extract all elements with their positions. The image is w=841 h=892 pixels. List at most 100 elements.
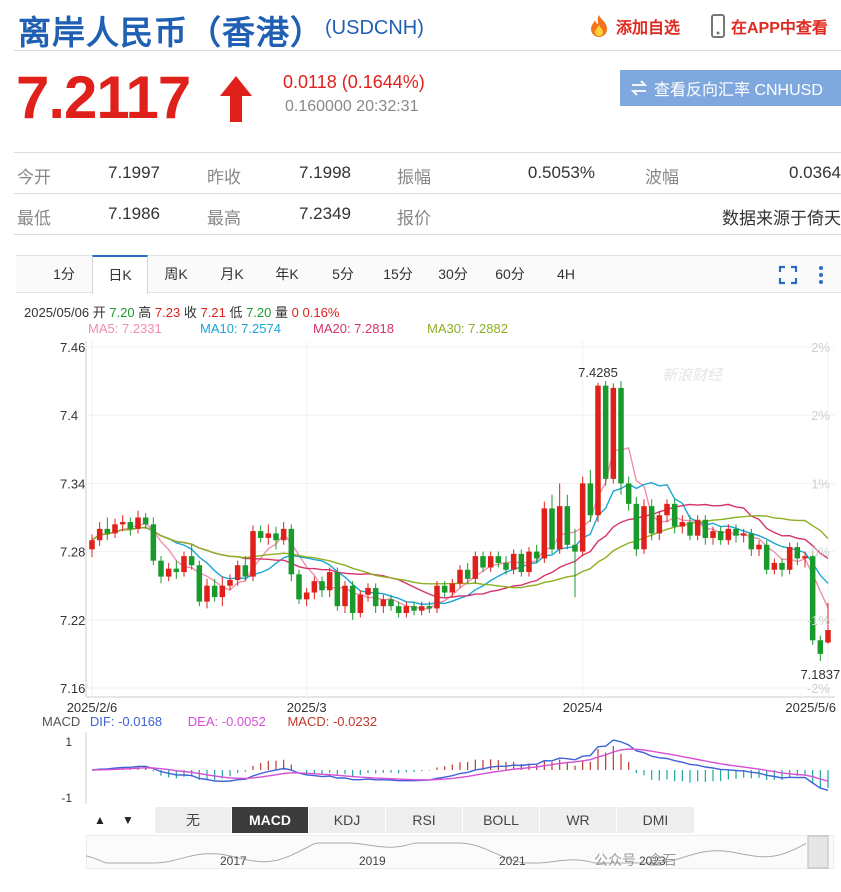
candle-body <box>618 387 624 484</box>
y-tick-label: 7.4 <box>60 408 78 423</box>
stat-value-low: 7.1986 <box>108 204 160 223</box>
candle-body <box>710 531 716 538</box>
close-value: 7.21 <box>200 305 226 320</box>
tab-60min[interactable]: 60分 <box>489 256 531 293</box>
add-favorite-button[interactable]: 添加自选 <box>588 13 680 39</box>
indicator-wr[interactable]: WR <box>540 807 617 833</box>
candle-body <box>572 544 578 552</box>
indicator-dmi[interactable]: DMI <box>617 807 695 833</box>
tab-30min[interactable]: 30分 <box>433 256 473 293</box>
indicator-none[interactable]: 无 <box>155 807 232 833</box>
candle-body <box>740 533 747 536</box>
view-in-app-button[interactable]: 在APP中查看 <box>711 13 828 39</box>
close-label: 收 <box>183 305 197 320</box>
indicator-macd[interactable]: MACD <box>232 807 309 833</box>
candle-body <box>288 528 295 575</box>
candle-body <box>610 387 617 479</box>
candle-body <box>687 522 693 536</box>
candle-body <box>181 556 187 573</box>
x-tick-label: 2025/5/6 <box>785 700 836 715</box>
phone-icon <box>711 14 725 38</box>
tab-15min[interactable]: 15分 <box>378 256 418 293</box>
x-tick-label: 2025/2/6 <box>67 700 118 715</box>
range-navigator[interactable]: 2017 2019 2021 2023 <box>86 835 834 869</box>
indicator-boll[interactable]: BOLL <box>463 807 540 833</box>
candle-body <box>725 528 732 541</box>
divider <box>14 152 841 153</box>
candle-body <box>211 585 218 598</box>
navigator-handle[interactable] <box>807 835 829 869</box>
candle-body <box>426 606 433 609</box>
candle-body <box>135 517 141 529</box>
candle-body <box>487 556 494 568</box>
candle-body <box>89 540 95 550</box>
candle-body <box>127 522 134 529</box>
candle-body <box>96 528 103 541</box>
ma10-legend: MA10: 7.2574 <box>200 321 281 336</box>
y-tick-right-label: -1% <box>807 613 831 628</box>
dif-value: DIF: -0.0168 <box>89 714 163 729</box>
indicator-rsi[interactable]: RSI <box>386 807 463 833</box>
y-tick-right-label: 2% <box>811 340 830 355</box>
candle-body <box>641 506 647 550</box>
candle-body <box>694 519 701 536</box>
candle-body <box>142 517 149 525</box>
candle-body <box>587 483 594 516</box>
view-in-app-label: 在APP中查看 <box>731 20 828 37</box>
divider <box>14 193 841 194</box>
high-value: 7.23 <box>154 305 181 320</box>
ma5-legend: MA5: 7.2331 <box>88 321 162 336</box>
stat-value-open: 7.1997 <box>108 163 160 182</box>
stat-value-source: 数据来源于倚天 <box>722 209 841 228</box>
price-value: 7.2117 <box>16 64 191 131</box>
macd-chart[interactable]: 1 -1 <box>0 730 841 805</box>
candle-body <box>671 503 678 527</box>
tab-5min[interactable]: 5分 <box>323 256 363 293</box>
candle-body <box>679 522 686 527</box>
candle-body <box>334 572 341 607</box>
indicator-bar: 无 MACD KDJ RSI BOLL WR DMI <box>155 807 695 833</box>
tab-daily-k[interactable]: 日K <box>92 255 148 294</box>
candle-body <box>395 606 402 613</box>
ma20-legend: MA20: 7.2818 <box>313 321 394 336</box>
candlestick-chart[interactable]: 新浪财经 7.4285 7.1837 7.46 2% 7.4 2% 7.34 1% 7.28 0… <box>0 335 841 745</box>
candle-body <box>227 580 233 586</box>
tab-4h[interactable]: 4H <box>546 256 586 293</box>
macd-tick-bottom: -1 <box>61 791 72 805</box>
candle-body <box>541 508 548 559</box>
reverse-rate-button[interactable]: 查看反向汇率 CNHUSD <box>620 70 841 106</box>
swap-icon <box>630 80 648 96</box>
tab-1min[interactable]: 1分 <box>44 256 84 293</box>
candle-body <box>733 528 739 536</box>
tab-monthly-k[interactable]: 月K <box>212 256 252 293</box>
y-tick-right-label: 1% <box>811 476 830 491</box>
tab-weekly-k[interactable]: 周K <box>156 256 196 293</box>
stat-label-prev-close: 昨收 <box>207 168 241 187</box>
stat-value-amplitude: 0.5053% <box>527 163 595 182</box>
candle-body <box>204 585 210 602</box>
candle-body <box>265 533 272 538</box>
indicator-kdj[interactable]: KDJ <box>309 807 386 833</box>
candle-body <box>104 528 111 534</box>
candle-body <box>380 599 387 607</box>
candle-body <box>579 483 586 552</box>
tab-yearly-k[interactable]: 年K <box>267 256 307 293</box>
candle-body <box>158 560 164 577</box>
volume-label: 量 <box>275 305 289 320</box>
fullscreen-icon[interactable] <box>778 265 798 285</box>
candle-body <box>434 585 440 609</box>
nav-down-button[interactable]: ▼ <box>116 807 140 833</box>
candle-body <box>188 556 195 566</box>
candle-body <box>526 551 532 573</box>
add-favorite-label: 添加自选 <box>616 20 681 37</box>
candle-body <box>763 544 770 570</box>
candle-body <box>303 592 310 600</box>
candle-body <box>242 565 249 577</box>
more-icon[interactable] <box>816 264 826 286</box>
candle-body <box>464 569 471 579</box>
candle-body <box>771 562 778 570</box>
volume-value: 0 <box>291 305 299 320</box>
candle-body <box>280 528 287 541</box>
nav-up-button[interactable]: ▲ <box>88 807 112 833</box>
macd-tick-top: 1 <box>65 735 72 749</box>
